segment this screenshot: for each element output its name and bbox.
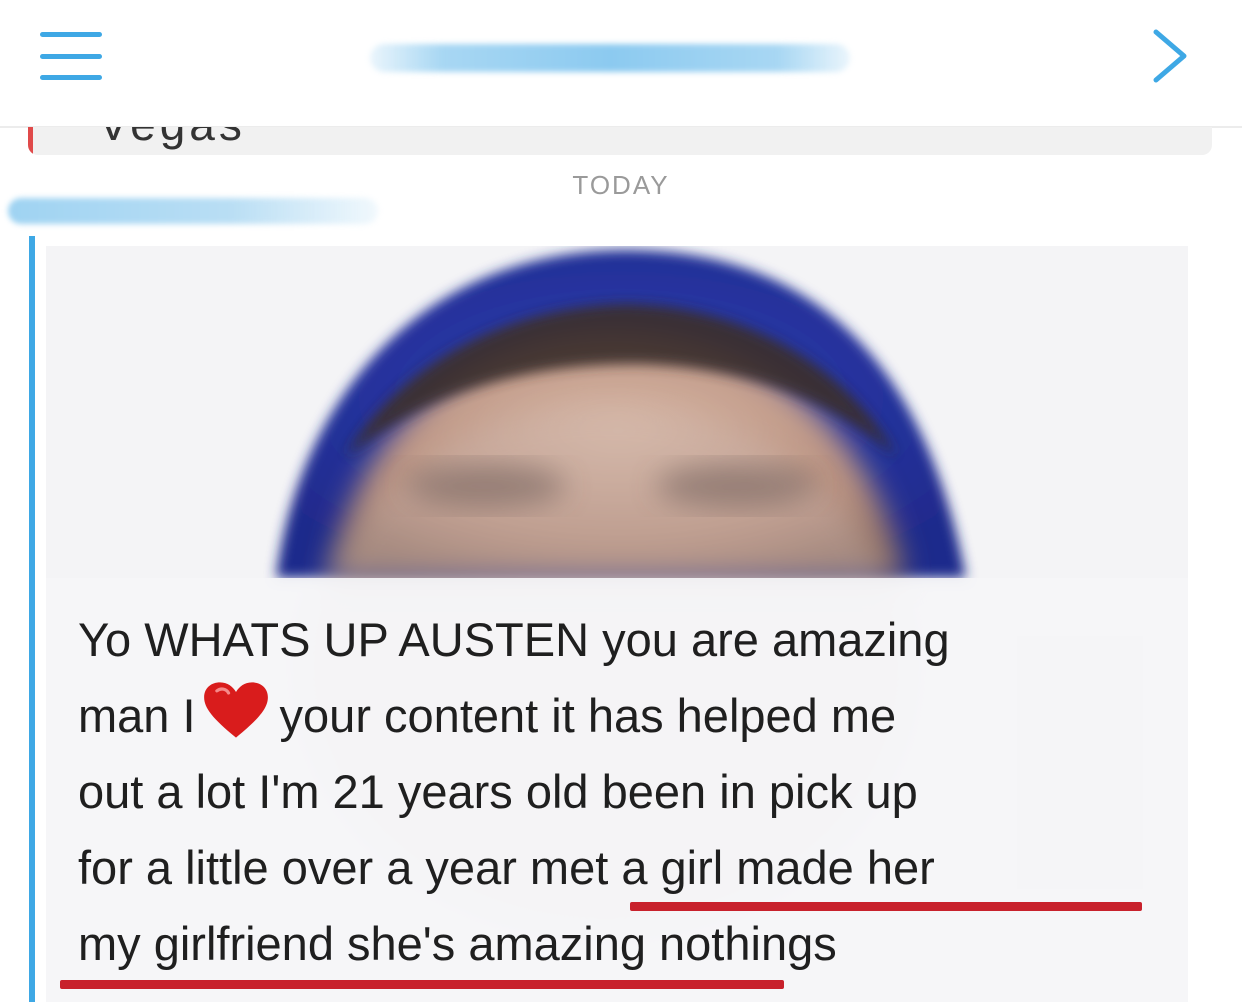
previous-message-text: Vegas (98, 127, 246, 151)
caption-line-5: my girlfriend she's amazing nothings (78, 917, 837, 970)
red-underline-annotation (630, 902, 1142, 911)
chevron-right-icon[interactable] (1148, 26, 1192, 86)
chat-header (0, 0, 1242, 128)
sender-color-bar (29, 236, 35, 1002)
caption-line-1: Yo WHATS UP AUSTEN you are amazing (78, 613, 950, 666)
previous-message[interactable]: Vegas (28, 127, 1212, 155)
sender-color-bar (28, 127, 33, 155)
caption-line-3: out a lot I'm 21 years old been in pick … (78, 765, 918, 818)
caption-line-2-end: your content it has helped me (279, 689, 897, 742)
caption-line-4: for a little over a year met a girl made… (78, 841, 935, 894)
red-heart-emoji-icon (203, 682, 268, 738)
caption-line-2: man I your content it has helped me (78, 678, 1178, 754)
red-underline-annotation (60, 980, 784, 989)
snap-photo[interactable]: Yo WHATS UP AUSTEN you are amazing man I… (46, 246, 1188, 1002)
snap-caption: Yo WHATS UP AUSTEN you are amazing man I… (78, 602, 1178, 982)
date-separator: TODAY (572, 170, 670, 200)
redacted-chat-title (370, 44, 850, 72)
caption-line-2-start: man I (78, 689, 196, 742)
redacted-sender-name (8, 198, 378, 224)
hamburger-menu-icon[interactable] (40, 32, 102, 80)
